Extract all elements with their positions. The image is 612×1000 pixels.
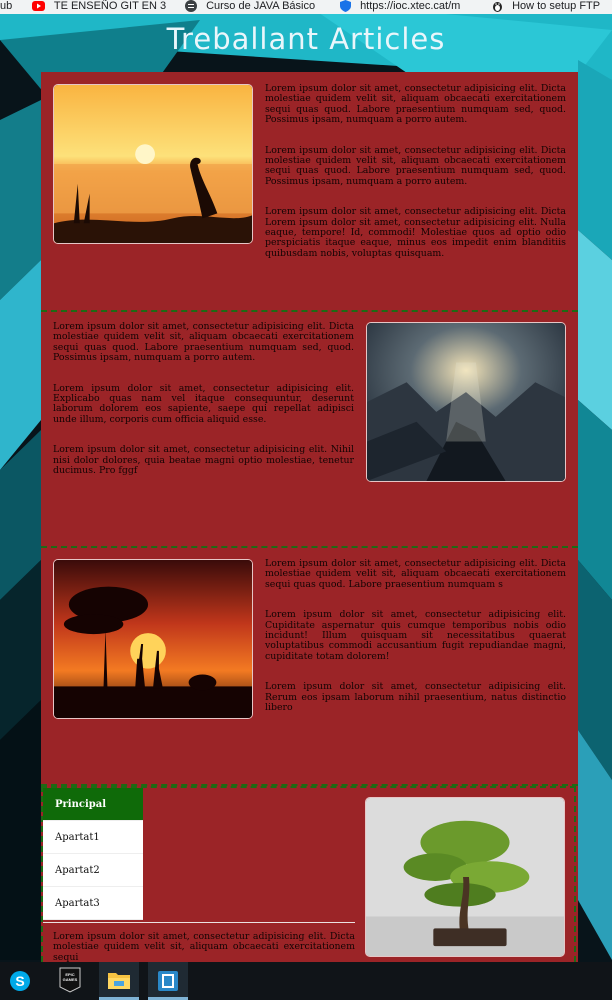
bookmark-item[interactable]: TE ENSEÑO GIT EN 3 xyxy=(32,0,166,14)
course-icon xyxy=(185,0,197,13)
youtube-icon xyxy=(32,1,45,12)
app-window-icon xyxy=(158,971,178,991)
taskbar-app[interactable]: EPIC GAMES xyxy=(50,962,90,1000)
articles-container: Lorem ipsum dolor sit amet, consectetur … xyxy=(41,72,578,962)
bookmark-item[interactable]: Curso de JAVA Básico xyxy=(185,0,315,14)
svg-text:S: S xyxy=(15,973,24,989)
article-2: Lorem ipsum dolor sit amet, consectetur … xyxy=(41,312,578,546)
bookmark-item[interactable]: How to setup FTP xyxy=(492,0,600,14)
savanna-sunset-image xyxy=(53,559,253,719)
bookmark-item[interactable]: ub xyxy=(0,0,12,14)
bookmark-label: TE ENSEÑO GIT EN 3 xyxy=(53,0,167,12)
bookmark-label: Curso de JAVA Básico xyxy=(206,0,316,12)
article-3: Lorem ipsum dolor sit amet, consectetur … xyxy=(41,548,578,784)
linux-icon xyxy=(493,2,502,13)
bookmark-label: https://ioc.xtec.cat/m xyxy=(360,0,461,12)
page-title: Treballant Articles xyxy=(166,22,446,56)
bookmarks-bar: ub TE ENSEÑO GIT EN 3 Curso de JAVA Bási… xyxy=(0,0,612,14)
taskbar-app[interactable] xyxy=(148,962,188,1000)
epic-games-label: EPIC GAMES xyxy=(62,972,78,982)
taskbar: S EPIC GAMES xyxy=(0,962,612,1000)
taskbar-app[interactable]: S xyxy=(0,962,40,1000)
bookmark-label: How to setup FTP xyxy=(512,0,601,12)
heron-sunset-image xyxy=(53,84,253,244)
article-1: Lorem ipsum dolor sit amet, consectetur … xyxy=(41,72,578,310)
bookmark-item[interactable]: https://ioc.xtec.cat/m xyxy=(340,0,460,14)
taskbar-app[interactable] xyxy=(99,962,139,1000)
mountain-valley-image xyxy=(366,322,566,482)
file-explorer-icon xyxy=(108,973,130,989)
skype-icon: S xyxy=(10,971,30,991)
shield-icon xyxy=(340,0,351,13)
bookmark-label: ub xyxy=(0,0,13,12)
article-4-border xyxy=(41,786,576,962)
